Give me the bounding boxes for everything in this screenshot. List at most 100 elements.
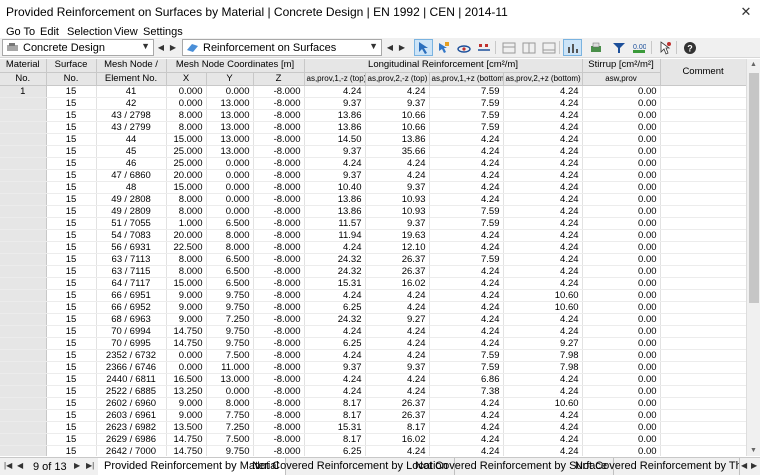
table-row[interactable]: 15 46 25.000 0.000 -8.000 4.24 4.24 4.24 4.24 0.0… bbox=[0, 157, 746, 170]
table-cell[interactable]: 4.24 bbox=[503, 217, 583, 230]
table-cell[interactable]: 9.27 bbox=[503, 337, 583, 350]
table-cell[interactable]: 15 bbox=[46, 121, 97, 134]
table-cell[interactable]: 8.17 bbox=[365, 421, 430, 434]
table-cell[interactable]: 0.00 bbox=[582, 205, 661, 218]
table-cell[interactable]: 26.37 bbox=[365, 265, 430, 278]
table-cell[interactable]: 47 / 6860 bbox=[96, 169, 167, 182]
table-cell[interactable]: 15 bbox=[46, 133, 97, 146]
table-cell[interactable]: 4.24 bbox=[503, 445, 583, 456]
table-cell[interactable]: 70 / 6995 bbox=[96, 337, 167, 350]
table-row[interactable]: 15 2602 / 6960 9.000 8.000 -8.000 8.17 26.37 4.… bbox=[0, 397, 746, 410]
table-cell[interactable]: 14.750 bbox=[166, 325, 207, 338]
table-row[interactable]: 15 68 / 6963 9.000 7.250 -8.000 24.32 9.27 4.24… bbox=[0, 313, 746, 326]
table-cell[interactable]: 9.750 bbox=[206, 445, 254, 456]
table-cell[interactable]: 26.37 bbox=[365, 397, 430, 410]
table-cell[interactable]: 15 bbox=[46, 85, 97, 98]
table-cell[interactable]: 26.37 bbox=[365, 253, 430, 266]
table-cell[interactable]: 4.24 bbox=[429, 241, 504, 254]
table-cell[interactable]: 13.000 bbox=[206, 133, 254, 146]
table-cell[interactable]: 4.24 bbox=[365, 169, 430, 182]
table-cell[interactable]: 15 bbox=[46, 217, 97, 230]
table-cell[interactable]: -8.000 bbox=[253, 121, 305, 134]
table-cell[interactable]: 4.24 bbox=[365, 445, 430, 456]
table-cell[interactable]: 0.00 bbox=[582, 349, 661, 362]
menu-selection[interactable]: Selection bbox=[67, 26, 112, 38]
table-cell[interactable]: 13.000 bbox=[206, 121, 254, 134]
table-cell[interactable]: 2366 / 6746 bbox=[96, 361, 167, 374]
table-row[interactable]: 15 43 / 2799 8.000 13.000 -8.000 13.86 10.66 7.… bbox=[0, 121, 746, 134]
table-rows-button[interactable] bbox=[539, 39, 558, 56]
table-cell[interactable]: 15 bbox=[46, 181, 97, 194]
table-cell[interactable]: 19.63 bbox=[365, 229, 430, 242]
table-cell[interactable]: 26.37 bbox=[365, 409, 430, 422]
help-button[interactable]: ? bbox=[680, 39, 699, 56]
table-cell[interactable]: 0.00 bbox=[582, 97, 661, 110]
table-cell[interactable] bbox=[0, 229, 47, 242]
table-cell[interactable]: 0.00 bbox=[582, 169, 661, 182]
table-cell[interactable]: 4.24 bbox=[429, 133, 504, 146]
table-row[interactable]: 15 44 15.000 13.000 -8.000 14.50 13.86 4.24 4.24… bbox=[0, 133, 746, 146]
table-cell[interactable]: 6.25 bbox=[304, 301, 366, 314]
scrollbar-thumb[interactable] bbox=[749, 73, 759, 303]
table-cell[interactable] bbox=[660, 229, 746, 242]
table-cell[interactable]: 0.00 bbox=[582, 265, 661, 278]
table-row[interactable]: 15 2522 / 6885 13.250 0.000 -8.000 4.24 4.24 7.… bbox=[0, 385, 746, 398]
table-cell[interactable]: 4.24 bbox=[503, 109, 583, 122]
table-cell[interactable]: -8.000 bbox=[253, 385, 305, 398]
table-cell[interactable]: 15 bbox=[46, 313, 97, 326]
table-cell[interactable] bbox=[660, 361, 746, 374]
table-cell[interactable]: -8.000 bbox=[253, 445, 305, 456]
table-row[interactable]: 15 70 / 6994 14.750 9.750 -8.000 4.24 4.24 4.24… bbox=[0, 325, 746, 338]
table-cell[interactable]: -8.000 bbox=[253, 397, 305, 410]
table-cell[interactable]: 15.31 bbox=[304, 421, 366, 434]
table-cell[interactable]: 4.24 bbox=[503, 193, 583, 206]
table-cell[interactable] bbox=[660, 433, 746, 446]
table-cell[interactable] bbox=[0, 337, 47, 350]
table-cell[interactable]: 15.000 bbox=[166, 181, 207, 194]
filter-button[interactable] bbox=[609, 39, 628, 56]
table-cell[interactable]: 7.250 bbox=[206, 421, 254, 434]
table-row[interactable]: 15 66 / 6951 9.000 9.750 -8.000 4.24 4.24 4.24 1… bbox=[0, 289, 746, 302]
table-cell[interactable]: 9.750 bbox=[206, 325, 254, 338]
table-cell[interactable]: 0.000 bbox=[206, 181, 254, 194]
table-cell[interactable]: 45 bbox=[96, 145, 167, 158]
table-cell[interactable]: 8.000 bbox=[166, 193, 207, 206]
table-cell[interactable]: 13.250 bbox=[166, 385, 207, 398]
table-cell[interactable]: 0.00 bbox=[582, 121, 661, 134]
table-cell[interactable]: 10.93 bbox=[365, 193, 430, 206]
print-button[interactable] bbox=[586, 39, 605, 56]
table-cell[interactable]: 0.000 bbox=[206, 169, 254, 182]
table-cell[interactable]: 4.24 bbox=[304, 241, 366, 254]
table-cell[interactable] bbox=[0, 361, 47, 374]
table-cell[interactable] bbox=[0, 205, 47, 218]
table-cell[interactable]: 42 bbox=[96, 97, 167, 110]
prev-page-icon[interactable]: ◀ bbox=[17, 461, 23, 470]
table-cell[interactable]: 15 bbox=[46, 265, 97, 278]
table-cell[interactable]: 0.00 bbox=[582, 301, 661, 314]
table-row[interactable]: 15 2642 / 7000 14.750 9.750 -8.000 6.25 4.24 4.… bbox=[0, 445, 746, 456]
table-cell[interactable]: 15 bbox=[46, 301, 97, 314]
table-cell[interactable]: 4.24 bbox=[429, 157, 504, 170]
table-cell[interactable] bbox=[660, 265, 746, 278]
table-cell[interactable]: 8.000 bbox=[206, 397, 254, 410]
table-cell[interactable]: 0.00 bbox=[582, 145, 661, 158]
table-cell[interactable] bbox=[0, 241, 47, 254]
table-cell[interactable]: 15 bbox=[46, 289, 97, 302]
table-cell[interactable]: 25.000 bbox=[166, 145, 207, 158]
vertical-scrollbar[interactable]: ▲ ▼ bbox=[746, 59, 760, 456]
table-cell[interactable] bbox=[660, 181, 746, 194]
table-cell[interactable]: 64 / 7117 bbox=[96, 277, 167, 290]
table-cell[interactable]: 0.00 bbox=[582, 193, 661, 206]
table-cell[interactable] bbox=[660, 277, 746, 290]
table-cell[interactable]: 49 / 2809 bbox=[96, 205, 167, 218]
table-cell[interactable]: 13.86 bbox=[304, 121, 366, 134]
table-cell[interactable]: 4.24 bbox=[304, 85, 366, 98]
table-cell[interactable]: 4.24 bbox=[429, 169, 504, 182]
table-cell[interactable] bbox=[660, 109, 746, 122]
table-cell[interactable]: 4.24 bbox=[503, 169, 583, 182]
table-row[interactable]: 15 2603 / 6961 9.000 7.750 -8.000 8.17 26.37 4.… bbox=[0, 409, 746, 422]
table-cell[interactable]: 9.750 bbox=[206, 337, 254, 350]
table-cell[interactable]: 0.000 bbox=[166, 361, 207, 374]
table-cell[interactable]: -8.000 bbox=[253, 277, 305, 290]
table-cell[interactable]: 9.750 bbox=[206, 289, 254, 302]
